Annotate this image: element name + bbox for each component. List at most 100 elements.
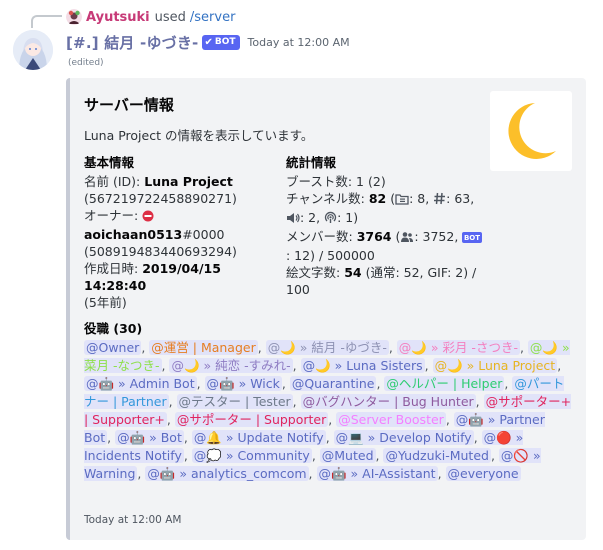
member-bot-count: : 12) / 500000 xyxy=(286,248,375,263)
message-timestamp[interactable]: Today at 12:00 AM xyxy=(248,36,350,49)
role-mention[interactable]: @ヘルパー | Helper xyxy=(384,376,505,391)
role-separator: , xyxy=(445,412,454,427)
roles-title: 役職 (30) xyxy=(84,321,143,336)
embed-footer-timestamp: Today at 12:00 AM xyxy=(84,514,182,526)
created-ago: (5年前) xyxy=(84,295,127,310)
category-folder-icon xyxy=(395,192,409,209)
field-basic-info-title: 基本情報 xyxy=(84,155,135,170)
server-id: (567219722458890271) xyxy=(84,191,237,206)
role-separator: , xyxy=(308,466,317,481)
role-mention[interactable]: @🌙 » Luna Project xyxy=(432,358,558,373)
stage-channel-icon xyxy=(324,211,337,228)
role-separator: , xyxy=(196,376,205,391)
field-stats-value: ブースト数: 1 (2) チャンネル数: 82 (: 8, : 63, : 2,… xyxy=(286,174,483,297)
channel-stage-count: : 1) xyxy=(337,210,359,225)
role-mention[interactable]: @Owner xyxy=(84,340,142,355)
role-mention[interactable]: @Muted xyxy=(319,448,376,463)
member-count-total: 3764 xyxy=(356,229,392,244)
reply-username[interactable]: Ayutsuki xyxy=(86,10,150,25)
channel-count-label: チャンネル数: xyxy=(286,191,369,206)
text-channel-hash-icon xyxy=(433,192,446,209)
field-basic-info-value: 名前 (ID): Luna Project (56721972245889027… xyxy=(84,173,284,311)
role-mention[interactable]: @🤖 » AI-Assistant xyxy=(316,466,438,481)
role-mention[interactable]: @🤖 » Bot xyxy=(115,430,184,445)
role-mention[interactable]: @テスター | Tester xyxy=(176,394,293,409)
role-mention[interactable]: @🌙 » Luna Sisters xyxy=(300,358,425,373)
role-separator: , xyxy=(183,430,192,445)
field-stats-title: 統計情報 xyxy=(286,155,337,170)
field-roles: 役職 (30) @Owner, @運営 | Manager, @🌙 » 結月 -… xyxy=(84,318,572,483)
role-mention[interactable]: @サポーター | Supporter xyxy=(174,412,329,427)
role-separator: , xyxy=(473,430,482,445)
role-mention[interactable]: @運営 | Manager xyxy=(149,340,258,355)
verified-check-icon: ✔ xyxy=(204,36,213,48)
role-separator: , xyxy=(519,340,528,355)
role-mention[interactable]: @🤖 » Admin Bot xyxy=(84,376,197,391)
voice-speaker-icon xyxy=(286,211,300,228)
author-avatar[interactable] xyxy=(13,30,53,70)
field-basic-info: 基本情報 名前 (ID): Luna Project (567219722458… xyxy=(84,152,284,311)
embed: サーバー情報 Luna Project の情報を表示しています。 基本情報 名前… xyxy=(66,78,586,540)
owner-id: (508919483440693294) xyxy=(84,244,237,259)
message-header: [#.] 結月 -ゆづき- ✔ BOT Today at 12:00 AM xyxy=(66,32,350,52)
role-separator: , xyxy=(107,430,116,445)
role-mention[interactable]: @🌙 » 彩月 -さつき- xyxy=(396,340,520,355)
server-name: Luna Project xyxy=(144,174,233,189)
owner-label: オーナー: xyxy=(84,208,143,223)
role-separator: , xyxy=(168,394,177,409)
role-separator: , xyxy=(257,340,266,355)
edited-label: (edited) xyxy=(68,58,104,68)
role-mention[interactable]: @🌙 » 純恋 -すみれ- xyxy=(169,358,293,373)
role-mention[interactable]: @💭 » Community xyxy=(191,448,312,463)
reply-context[interactable]: Ayutsuki used /server xyxy=(66,8,235,26)
created-label: 作成日時: xyxy=(84,261,143,276)
no-entry-icon xyxy=(142,209,154,226)
users-icon xyxy=(400,230,414,247)
bot-badge-icon: BOT xyxy=(462,230,483,247)
role-separator: , xyxy=(292,394,301,409)
reply-command[interactable]: /server xyxy=(190,10,236,25)
role-separator: , xyxy=(166,412,175,427)
owner-tag: #0000 xyxy=(182,227,225,242)
role-separator: , xyxy=(475,394,484,409)
owner-name: aoichaan0513 xyxy=(84,227,183,242)
author-username[interactable]: [#.] 結月 -ゆづき- xyxy=(66,32,198,53)
bot-tag: ✔ BOT xyxy=(202,34,240,50)
member-count-label: メンバー数: xyxy=(286,229,357,244)
role-mention[interactable]: @Quarantine xyxy=(289,376,377,391)
reply-connector-line xyxy=(31,15,62,28)
role-mention[interactable]: @バグハンター | Bug Hunter xyxy=(300,394,476,409)
role-mention[interactable]: @💻 » Develop Notify xyxy=(333,430,474,445)
embed-fields: 基本情報 名前 (ID): Luna Project (567219722458… xyxy=(84,152,572,311)
role-separator: , xyxy=(325,430,334,445)
role-separator: , xyxy=(437,466,446,481)
role-separator: , xyxy=(292,358,301,373)
embed-thumbnail[interactable] xyxy=(490,91,572,171)
role-mention[interactable]: @🤖 » analytics_comcom xyxy=(145,466,309,481)
role-mention[interactable]: @Server Booster xyxy=(336,412,446,427)
emoji-count-label: 絵文字数: xyxy=(286,265,345,280)
boost-count: ブースト数: 1 (2) xyxy=(286,174,386,189)
role-separator: , xyxy=(490,448,499,463)
reply-used-text: used xyxy=(154,9,186,25)
role-mention[interactable]: @everyone xyxy=(445,466,521,481)
emoji-count-total: 54 xyxy=(344,265,362,280)
server-name-label: 名前 (ID): xyxy=(84,174,145,189)
crescent-moon-icon xyxy=(508,103,556,159)
channel-text-count: 63, xyxy=(454,191,475,206)
channel-category-count: : 8, xyxy=(409,191,434,206)
role-mention-list: @Owner, @運営 | Manager, @🌙 » 結月 -ゆづき-, @🌙… xyxy=(84,339,572,483)
role-mention[interactable]: @Yudzuki-Muted xyxy=(383,448,491,463)
role-mention[interactable]: @🤖 » Wick xyxy=(204,376,282,391)
field-stats: 統計情報 ブースト数: 1 (2) チャンネル数: 82 (: 8, : 63,… xyxy=(286,152,486,311)
role-separator: , xyxy=(557,358,562,373)
role-mention[interactable]: @🌙 » 結月 -ゆづき- xyxy=(265,340,389,355)
reply-avatar[interactable] xyxy=(66,9,82,25)
role-mention[interactable]: @🔔 » Update Notify xyxy=(191,430,326,445)
role-separator: , xyxy=(424,358,433,373)
role-separator: , xyxy=(311,448,320,463)
role-separator: , xyxy=(183,448,192,463)
role-separator: , xyxy=(281,376,290,391)
channel-voice-count: : 2, xyxy=(300,210,325,225)
svg-text:BOT: BOT xyxy=(464,234,480,242)
